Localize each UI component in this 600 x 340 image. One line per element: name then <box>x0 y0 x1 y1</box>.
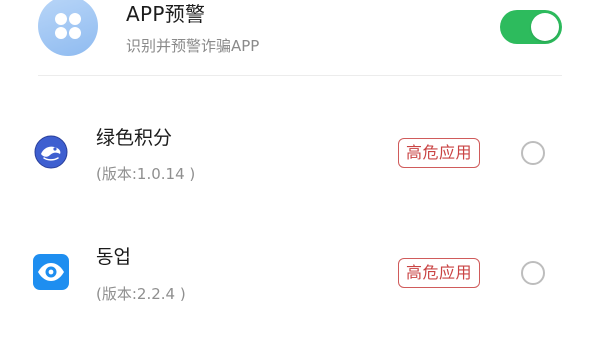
app-grid-icon <box>38 0 98 56</box>
app-warning-toggle[interactable] <box>500 10 562 44</box>
high-risk-badge: 高危应用 <box>398 138 481 168</box>
app-version: (版本:1.0.14 ) <box>96 165 196 183</box>
app-warning-setting-row: APP预警 识别并预警诈骗APP <box>0 0 600 76</box>
app-list-item[interactable]: 동업 (版本:2.2.4 ) 高危应用 <box>0 220 600 330</box>
app-warning-title: APP预警 <box>126 2 206 26</box>
app-name: 绿色积分 <box>96 127 173 149</box>
divider <box>38 75 562 76</box>
green-points-app-icon <box>34 135 68 169</box>
select-radio[interactable] <box>521 261 545 285</box>
toggle-knob <box>531 13 559 41</box>
app-list-item[interactable]: 绿色积分 (版本:1.0.14 ) 高危应用 <box>0 100 600 210</box>
app-name: 동업 <box>96 246 131 268</box>
app-warning-screen: APP预警 识别并预警诈骗APP 绿色积分 (版本:1.0.14 ) 高危应用 … <box>0 0 600 340</box>
dongye-app-icon <box>33 254 69 290</box>
app-warning-subtitle: 识别并预警诈骗APP <box>126 37 260 55</box>
app-version: (版本:2.2.4 ) <box>96 285 186 303</box>
high-risk-badge: 高危应用 <box>398 258 481 288</box>
select-radio[interactable] <box>521 141 545 165</box>
